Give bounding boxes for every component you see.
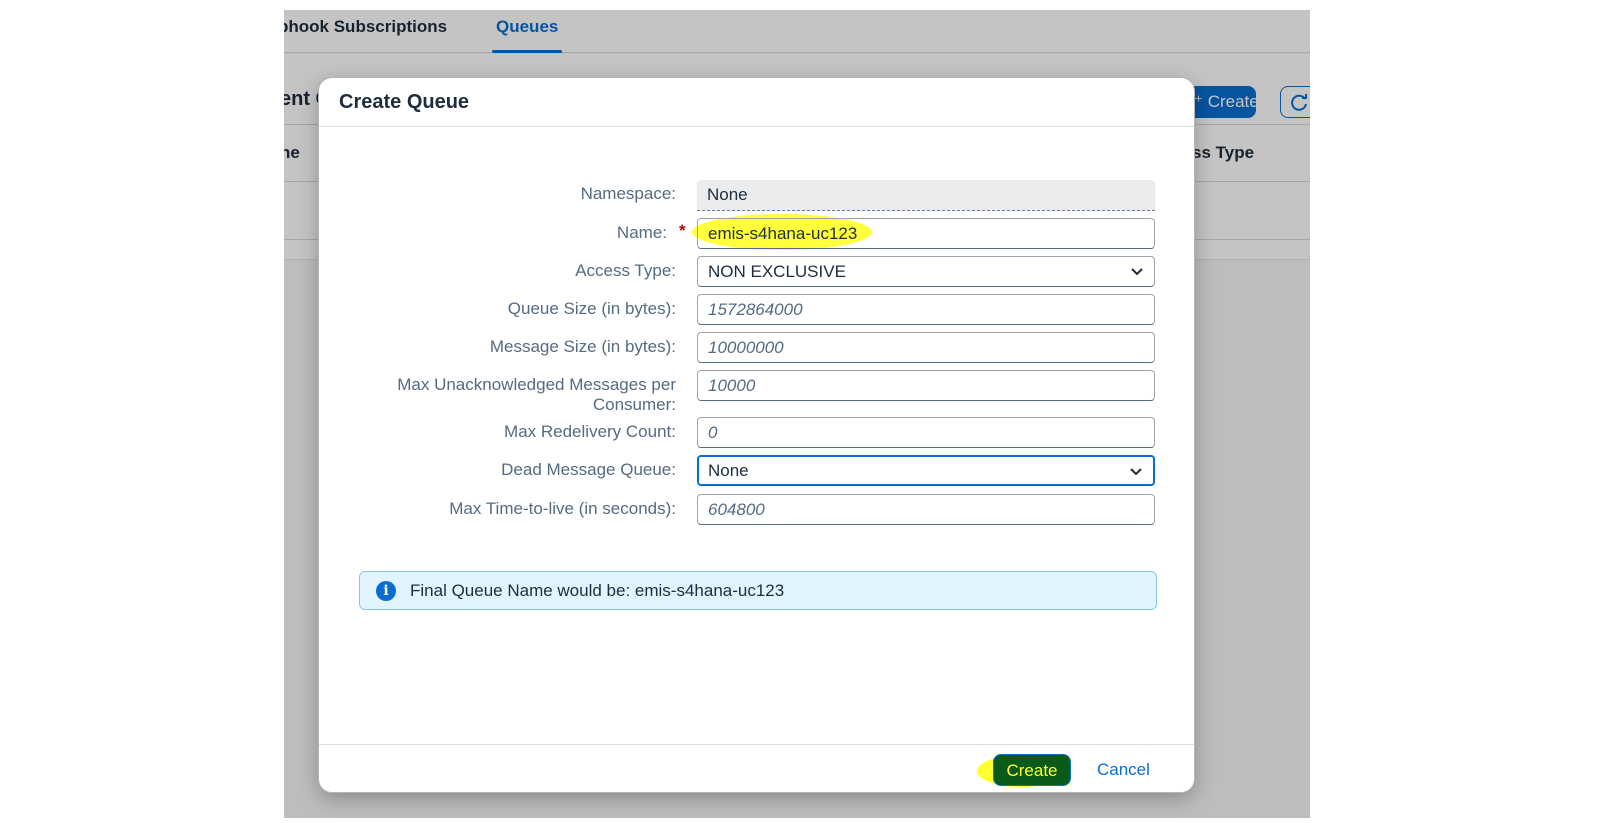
info-message-strip: i Final Queue Name would be: emis-s4hana… [359, 571, 1157, 610]
max-redelivery-input[interactable]: 0 [697, 417, 1155, 448]
max-ttl-label: Max Time-to-live (in seconds): [449, 499, 676, 518]
dead-message-queue-label: Dead Message Queue: [501, 460, 676, 479]
chevron-down-icon [1130, 468, 1142, 476]
queue-size-label: Queue Size (in bytes): [507, 299, 676, 318]
info-icon: i [376, 581, 396, 601]
dialog-title: Create Queue [339, 91, 470, 113]
namespace-field: None [697, 180, 1155, 211]
max-unacknowledged-input[interactable]: 10000 [697, 370, 1155, 401]
dialog-header: Create Queue [319, 78, 1194, 127]
cancel-button[interactable]: Cancel [1089, 754, 1158, 786]
message-size-input[interactable]: 10000000 [697, 332, 1155, 363]
access-type-label: Access Type: [575, 261, 676, 280]
create-button[interactable]: Create [993, 754, 1071, 786]
chevron-down-icon [1131, 268, 1143, 276]
max-ttl-input[interactable]: 604800 [697, 494, 1155, 525]
final-queue-name-text: Final Queue Name would be: emis-s4hana-u… [410, 581, 785, 600]
max-redelivery-label: Max Redelivery Count: [504, 422, 676, 441]
queue-size-input[interactable]: 1572864000 [697, 294, 1155, 325]
max-unacknowledged-label: Max Unacknowledged Messages per Consumer… [397, 375, 676, 414]
message-size-label: Message Size (in bytes): [489, 337, 676, 356]
namespace-label: Namespace: [580, 184, 676, 203]
dead-message-queue-select[interactable]: None [697, 455, 1155, 486]
name-label: Name: [616, 223, 667, 242]
access-type-select[interactable]: NON EXCLUSIVE [697, 256, 1155, 287]
name-value: emis-s4hana-uc123 [708, 224, 858, 243]
required-marker: * [679, 221, 686, 240]
create-queue-dialog: Create Queue Namespace: None Name: * emi… [318, 77, 1195, 793]
access-type-value: NON EXCLUSIVE [708, 262, 846, 281]
dead-message-queue-value: None [708, 461, 749, 480]
dialog-footer: Create Cancel [319, 744, 1194, 792]
name-input[interactable]: emis-s4hana-uc123 [697, 218, 1155, 249]
